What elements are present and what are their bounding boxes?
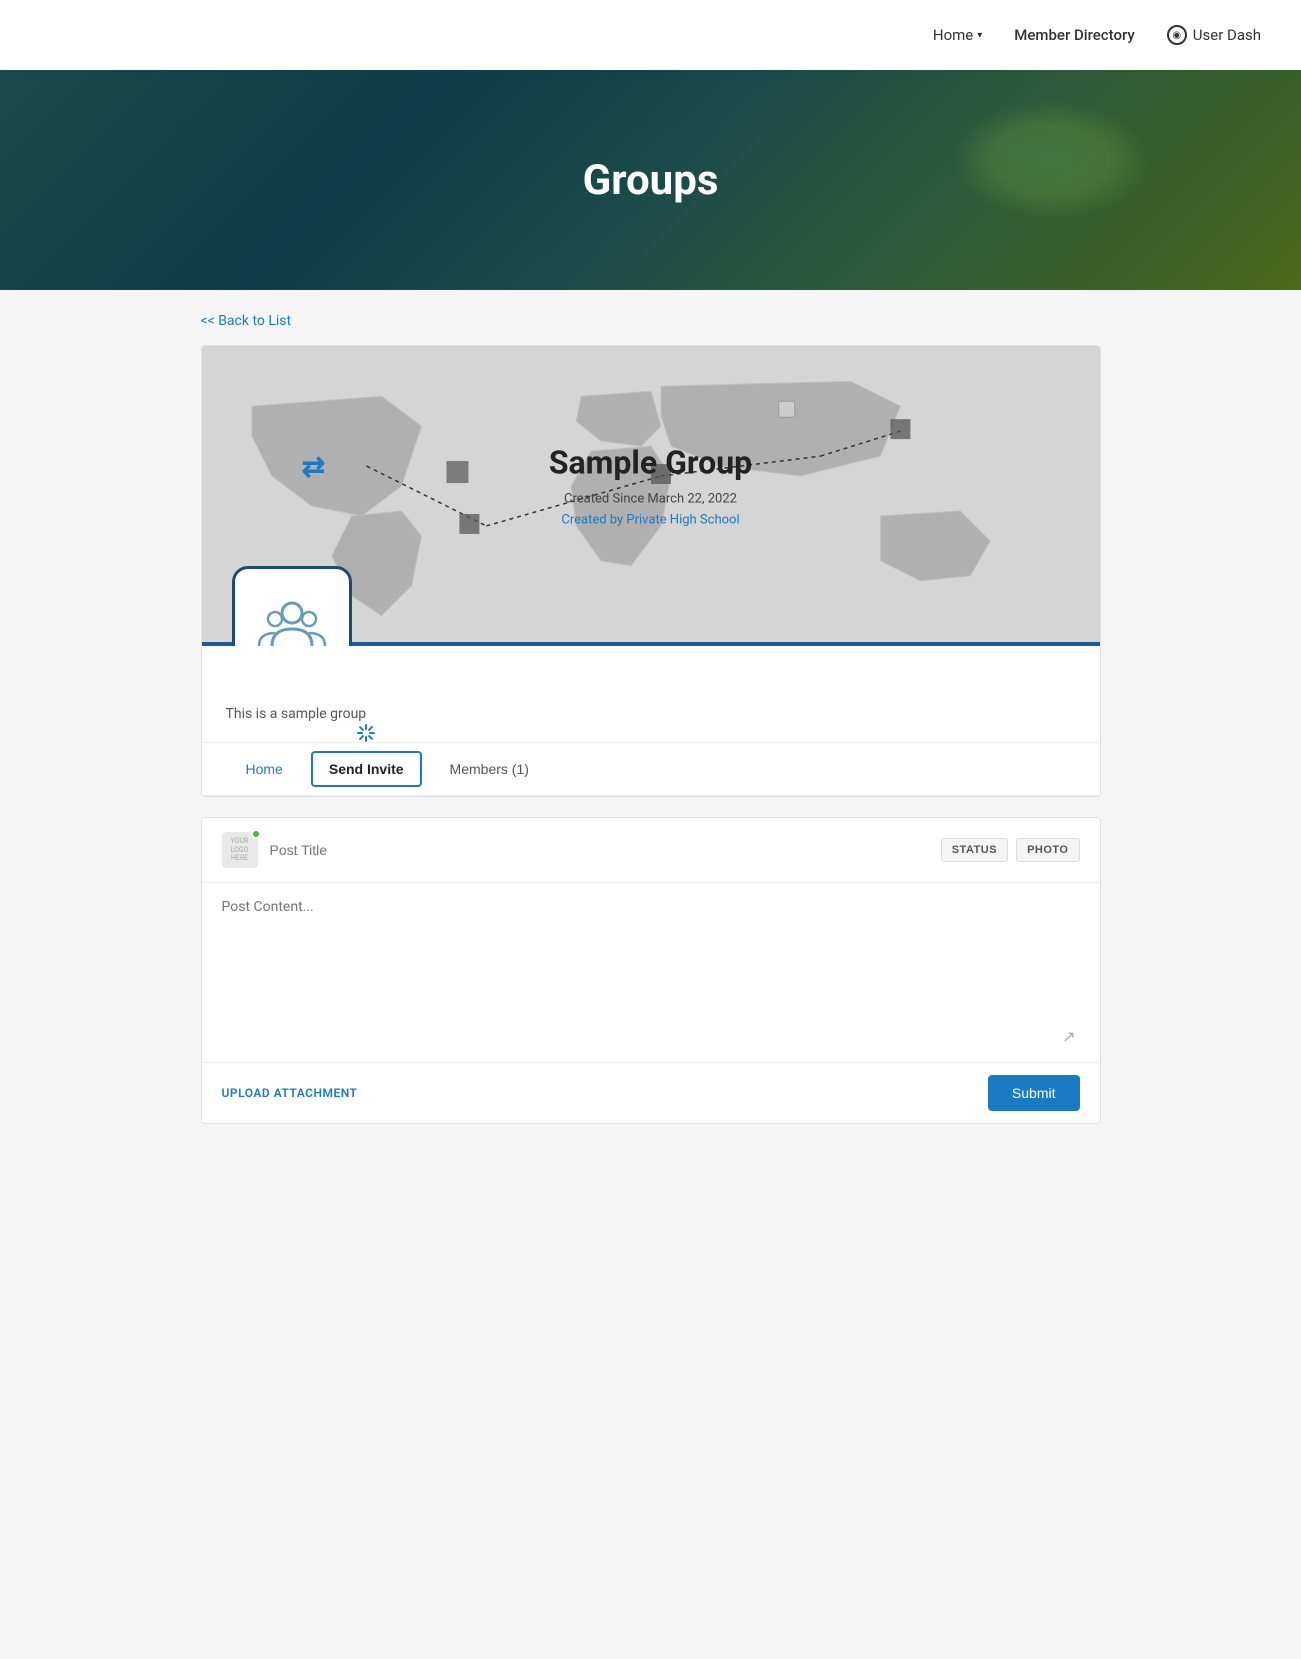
group-banner-info: Sample Group Created Since March 22, 202… [549,443,752,531]
tab-home[interactable]: Home [226,745,303,793]
online-status-dot [251,829,261,839]
submit-button[interactable]: Submit [988,1075,1080,1111]
post-header: YOUR LOGO HERE STATUS PHOTO [202,818,1100,883]
nav-items: Home ▾ Member Directory ◉ User Dash [933,25,1261,45]
group-description-text: This is a sample group [226,706,1076,722]
post-area: YOUR LOGO HERE STATUS PHOTO ↗ UPLOAD ATT… [201,817,1101,1124]
group-name: Sample Group [549,443,752,481]
user-dash-icon: ◉ [1167,25,1187,45]
main-content: << Back to List [201,290,1101,1164]
post-content-textarea[interactable] [222,899,1080,1019]
status-button[interactable]: STATUS [941,838,1008,862]
send-invite-container: Send Invite [303,743,430,795]
group-created-by: Created by Private High School [549,510,752,531]
back-to-list-link[interactable]: << Back to List [201,313,292,329]
post-content-area: ↗ [202,883,1100,1063]
post-footer: UPLOAD ATTACHMENT Submit [202,1063,1100,1123]
nav-user-dashboard[interactable]: ◉ User Dash [1167,25,1261,45]
group-logo [232,566,352,646]
group-meta: Created Since March 22, 2022 Created by … [549,489,752,531]
post-type-buttons: STATUS PHOTO [941,838,1080,862]
group-tabs: Home Send Invite [202,743,1100,796]
spinner-icon [356,723,376,743]
page-title: Groups [583,156,719,205]
group-logo-icon [257,591,327,646]
loading-spinner [356,723,376,747]
avatar-text: YOUR LOGO HERE [222,837,258,862]
group-created-since: Created Since March 22, 2022 [549,489,752,510]
nav-member-directory-label: Member Directory [1014,26,1134,44]
nav-member-directory[interactable]: Member Directory [1014,26,1134,44]
avatar: YOUR LOGO HERE [222,832,258,868]
nav-home-label: Home [933,26,973,44]
tab-members[interactable]: Members (1) [430,745,549,793]
navigation: Home ▾ Member Directory ◉ User Dash [0,0,1301,70]
group-card: ⇄ Sample Group Created Since March 22, 2… [201,345,1101,797]
hero-banner: Groups [0,70,1301,290]
group-creator: Private High School [626,512,739,527]
group-banner: ⇄ Sample Group Created Since March 22, 2… [202,346,1100,646]
nav-home[interactable]: Home ▾ [933,26,982,44]
tab-send-invite[interactable]: Send Invite [311,751,422,787]
group-description: This is a sample group [202,646,1100,743]
chevron-down-icon: ▾ [977,30,982,41]
photo-button[interactable]: PHOTO [1016,838,1079,862]
resize-handle: ↗ [222,1023,1080,1046]
nav-user-dashboard-label: User Dash [1193,26,1261,44]
upload-attachment-link[interactable]: UPLOAD ATTACHMENT [222,1086,358,1100]
svg-text:⇄: ⇄ [301,450,324,483]
post-title-input[interactable] [270,842,929,858]
